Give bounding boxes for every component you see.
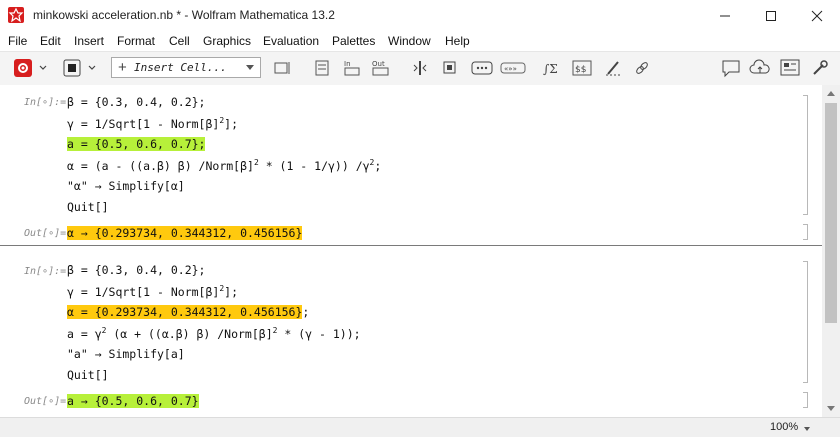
code-line[interactable]: "a" → Simplify[a]	[67, 347, 185, 361]
menu-cell[interactable]: Cell	[169, 34, 190, 48]
comment-icon[interactable]	[720, 58, 742, 78]
menu-file[interactable]: File	[8, 34, 27, 48]
presentation-icon[interactable]	[779, 58, 801, 78]
chevron-down-icon[interactable]	[87, 58, 97, 78]
input-label: In[∘]:=	[24, 266, 67, 277]
scrollbar-thumb[interactable]	[825, 103, 837, 323]
menu-edit[interactable]: Edit	[40, 34, 61, 48]
close-button[interactable]	[794, 0, 840, 31]
section-icon[interactable]	[313, 58, 331, 78]
code-text: ];	[224, 117, 239, 131]
stop-icon[interactable]	[62, 58, 82, 78]
output-label: Out[∘]=	[24, 396, 67, 407]
code-text: α = (a - ((a.β) β) /Norm[β]	[67, 159, 254, 173]
insert-cell-dropdown[interactable]: + Insert Cell...	[111, 57, 261, 78]
menu-graphics[interactable]: Graphics	[203, 34, 251, 48]
insert-cell-label: Insert Cell...	[134, 61, 227, 74]
code-text: γ = 1/Sqrt[1 - Norm[β]	[67, 285, 220, 299]
iconize-icon[interactable]: «»»	[500, 58, 526, 78]
code-text: γ = 1/Sqrt[1 - Norm[β]	[67, 117, 220, 131]
code-line[interactable]: β = {0.3, 0.4, 0.2};	[67, 95, 205, 109]
menu-evaluation[interactable]: Evaluation	[263, 34, 319, 48]
pen-icon[interactable]	[604, 58, 622, 78]
code-line[interactable]: α = {0.293734, 0.344312, 0.456156};	[67, 305, 309, 319]
input-label: In[∘]:=	[24, 97, 67, 108]
title-bar: minkowski acceleration.nb * - Wolfram Ma…	[0, 0, 840, 31]
output-line[interactable]: a → {0.5, 0.6, 0.7}	[67, 394, 199, 408]
svg-text:Out: Out	[372, 60, 385, 68]
cell-divider	[0, 245, 822, 246]
code-text: a = γ	[67, 327, 102, 341]
menu-insert[interactable]: Insert	[74, 34, 104, 48]
code-line[interactable]: "α" → Simplify[α]	[67, 179, 185, 193]
highlighted-code: a = {0.5, 0.6, 0.7};	[67, 137, 206, 151]
window-title: minkowski acceleration.nb * - Wolfram Ma…	[33, 8, 335, 22]
code-line[interactable]: α = (a - ((a.β) β) /Norm[β]2 * (1 - 1/γ)…	[67, 158, 381, 173]
ellipsis-icon[interactable]	[471, 58, 493, 78]
code-line[interactable]: a = γ2 (α + ((α.β) β) /Norm[β]2 * (γ - 1…	[67, 326, 361, 341]
code-text: ;	[374, 159, 382, 173]
cell-bracket[interactable]	[803, 95, 808, 215]
cell-bracket-icon[interactable]	[272, 58, 292, 78]
toolbar: + Insert Cell... In Out «»» ∫Σ $$	[0, 51, 840, 86]
code-text: * (γ - 1));	[277, 327, 361, 341]
menu-window[interactable]: Window	[388, 34, 431, 48]
menu-palettes[interactable]: Palettes	[332, 34, 375, 48]
highlighted-output: α → {0.293734, 0.344312, 0.456156}	[67, 226, 303, 240]
output-icon[interactable]: Out	[370, 58, 392, 78]
svg-text:∫Σ: ∫Σ	[543, 62, 558, 76]
wrench-icon[interactable]	[810, 58, 830, 78]
chevron-down-icon[interactable]	[38, 58, 48, 78]
code-text: ;	[302, 305, 310, 319]
chevron-down-icon[interactable]	[804, 427, 810, 431]
maximize-button[interactable]	[748, 0, 794, 31]
code-text: ];	[224, 285, 239, 299]
gear-icon[interactable]	[13, 58, 35, 78]
code-line[interactable]: Quit[]	[67, 368, 109, 382]
menu-help[interactable]: Help	[445, 34, 470, 48]
svg-text:$$: $$	[575, 65, 586, 75]
minimize-button[interactable]	[702, 0, 748, 31]
group-icon[interactable]	[441, 58, 459, 78]
scroll-up-icon[interactable]	[827, 91, 835, 96]
menu-bar: File Edit Insert Format Cell Graphics Ev…	[0, 31, 840, 51]
svg-text:«»»: «»»	[504, 65, 517, 73]
code-line[interactable]: γ = 1/Sqrt[1 - Norm[β]2];	[67, 116, 238, 131]
vertical-scrollbar[interactable]	[822, 85, 840, 417]
code-line[interactable]: γ = 1/Sqrt[1 - Norm[β]2];	[67, 284, 238, 299]
output-label: Out[∘]=	[24, 228, 67, 239]
svg-text:In: In	[344, 60, 351, 68]
cell-bracket[interactable]	[803, 392, 808, 408]
split-icon[interactable]	[410, 58, 430, 78]
cloud-upload-icon[interactable]	[749, 58, 771, 78]
cell-bracket[interactable]	[803, 224, 808, 240]
cell-bracket[interactable]	[803, 261, 808, 383]
highlighted-code: α = {0.293734, 0.344312, 0.456156}	[67, 305, 303, 319]
code-line[interactable]: a = {0.5, 0.6, 0.7};	[67, 137, 206, 151]
status-bar: 100%	[0, 417, 840, 437]
chevron-down-icon	[246, 65, 254, 70]
code-text: (α + ((α.β) β) /Norm[β]	[106, 327, 273, 341]
code-text: * (1 - 1/γ)) /γ	[258, 159, 370, 173]
math-typeset-icon[interactable]: ∫Σ	[542, 58, 560, 78]
plus-icon: +	[118, 59, 127, 76]
code-line[interactable]: β = {0.3, 0.4, 0.2};	[67, 263, 205, 277]
mathematica-logo-icon	[8, 7, 24, 23]
output-line[interactable]: α → {0.293734, 0.344312, 0.456156}	[67, 226, 303, 240]
link-icon[interactable]	[633, 58, 651, 78]
tex-icon[interactable]: $$	[572, 58, 592, 78]
highlighted-output: a → {0.5, 0.6, 0.7}	[67, 394, 199, 408]
input-icon[interactable]: In	[342, 58, 362, 78]
zoom-level[interactable]: 100%	[770, 421, 798, 433]
menu-format[interactable]: Format	[117, 34, 155, 48]
code-line[interactable]: Quit[]	[67, 200, 109, 214]
scroll-down-icon[interactable]	[827, 406, 835, 411]
notebook-area: In[∘]:= β = {0.3, 0.4, 0.2}; γ = 1/Sqrt[…	[0, 85, 822, 417]
